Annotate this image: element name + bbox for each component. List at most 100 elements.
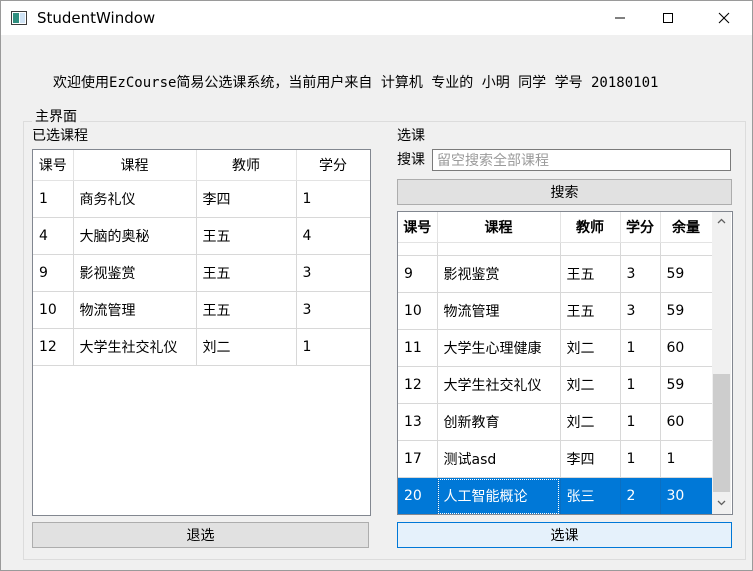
table-row[interactable]: 13 创新教育 刘二 1 60 (398, 403, 712, 441)
cell-teacher[interactable]: 王五 (560, 255, 621, 293)
cell-partial[interactable] (660, 242, 712, 256)
cell-remaining[interactable]: 59 (660, 255, 712, 293)
scroll-down-arrow[interactable] (712, 494, 731, 512)
table-row[interactable]: 10 物流管理 王五 3 (33, 291, 370, 329)
cell-partial[interactable] (398, 242, 438, 256)
table-row[interactable]: 12 大学生社交礼仪 刘二 1 59 (398, 366, 712, 404)
cell-credit[interactable]: 3 (296, 254, 370, 292)
cell-course[interactable]: 测试asd (437, 440, 561, 478)
cell-teacher[interactable]: 刘二 (196, 328, 297, 366)
cell-course[interactable]: 大学生心理健康 (437, 329, 561, 367)
search-button[interactable]: 搜索 (397, 179, 732, 205)
cell-course[interactable]: 商务礼仪 (73, 180, 197, 218)
main-group-title: 主界面 (32, 106, 80, 126)
cell-credit[interactable]: 1 (296, 180, 370, 218)
column-header-credit[interactable]: 学分 (620, 212, 661, 243)
cell-id[interactable]: 10 (398, 292, 438, 330)
table-row[interactable]: 12 大学生社交礼仪 刘二 1 (33, 328, 370, 366)
cell-teacher[interactable]: 刘二 (560, 366, 621, 404)
cell-credit[interactable]: 1 (620, 440, 661, 478)
cell-partial[interactable] (560, 242, 621, 256)
cell-id[interactable]: 12 (33, 328, 74, 366)
table-row-selected[interactable]: 20 人工智能概论 张三 2 30 (398, 477, 712, 514)
cell-id[interactable]: 13 (398, 403, 438, 441)
cell-id[interactable]: 9 (33, 254, 74, 292)
table-row[interactable]: 11 大学生心理健康 刘二 1 60 (398, 329, 712, 367)
cell-remaining[interactable]: 30 (660, 477, 712, 514)
cell-teacher[interactable]: 王五 (196, 291, 297, 329)
table-row[interactable]: 4 大脑的奥秘 王五 4 (33, 217, 370, 255)
cell-course[interactable]: 影视鉴赏 (73, 254, 197, 292)
table-row[interactable]: 1 商务礼仪 李四 1 (33, 180, 370, 218)
cell-credit[interactable]: 1 (620, 403, 661, 441)
cell-teacher[interactable]: 李四 (560, 440, 621, 478)
column-header-id[interactable]: 课号 (33, 150, 74, 181)
cell-id[interactable]: 9 (398, 255, 438, 293)
cell-course[interactable]: 物流管理 (73, 291, 197, 329)
cell-remaining[interactable]: 1 (660, 440, 712, 478)
cell-credit[interactable]: 1 (620, 366, 661, 404)
cell-credit[interactable]: 3 (620, 292, 661, 330)
scroll-up-arrow[interactable] (712, 212, 731, 230)
column-header-remaining[interactable]: 余量 (660, 212, 712, 243)
table-row[interactable]: 10 物流管理 王五 3 59 (398, 292, 712, 330)
cell-credit[interactable]: 3 (620, 255, 661, 293)
cell-course[interactable]: 大学生社交礼仪 (73, 328, 197, 366)
cell-teacher[interactable]: 刘二 (560, 329, 621, 367)
title-bar[interactable]: StudentWindow (1, 1, 752, 35)
cell-teacher[interactable]: 王五 (560, 292, 621, 330)
cell-remaining[interactable]: 60 (660, 329, 712, 367)
scrollbar-thumb[interactable] (713, 374, 730, 492)
cell-id[interactable]: 11 (398, 329, 438, 367)
cell-remaining[interactable]: 59 (660, 292, 712, 330)
cell-credit[interactable]: 4 (296, 217, 370, 255)
available-courses-table[interactable]: 课号 课程 教师 学分 余量 9 影视鉴赏 王五 3 59 10 物流管理 王五… (397, 211, 733, 515)
cell-credit[interactable]: 1 (620, 329, 661, 367)
cell-remaining[interactable]: 60 (660, 403, 712, 441)
table-row[interactable]: 9 影视鉴赏 王五 3 59 (398, 255, 712, 293)
drop-course-button[interactable]: 退选 (32, 522, 369, 548)
cell-course[interactable]: 物流管理 (437, 292, 561, 330)
cell-course[interactable]: 创新教育 (437, 403, 561, 441)
cell-credit[interactable]: 3 (296, 291, 370, 329)
cell-id[interactable]: 4 (33, 217, 74, 255)
cell-id[interactable]: 12 (398, 366, 438, 404)
cell-credit[interactable]: 2 (620, 477, 661, 514)
vertical-scrollbar[interactable] (712, 212, 731, 514)
cell-id[interactable]: 20 (398, 477, 438, 514)
enroll-course-button[interactable]: 选课 (397, 522, 732, 548)
column-header-course[interactable]: 课程 (73, 150, 197, 181)
column-header-credit[interactable]: 学分 (296, 150, 370, 181)
table-row-partial[interactable] (398, 242, 712, 256)
maximize-button[interactable] (644, 1, 692, 35)
cell-id[interactable]: 1 (33, 180, 74, 218)
cell-course[interactable]: 大学生社交礼仪 (437, 366, 561, 404)
cell-partial[interactable] (620, 242, 661, 256)
cell-id[interactable]: 10 (33, 291, 74, 329)
cell-teacher[interactable]: 王五 (196, 217, 297, 255)
cell-partial[interactable] (437, 242, 561, 256)
cell-course[interactable]: 人工智能概论 (437, 477, 561, 514)
minimize-button[interactable] (596, 1, 644, 35)
chevron-down-icon (717, 500, 726, 506)
cell-teacher[interactable]: 李四 (196, 180, 297, 218)
table-row[interactable]: 9 影视鉴赏 王五 3 (33, 254, 370, 292)
cell-course[interactable]: 影视鉴赏 (437, 255, 561, 293)
window-title: StudentWindow (37, 9, 156, 27)
column-header-teacher[interactable]: 教师 (196, 150, 297, 181)
cell-course[interactable]: 大脑的奥秘 (73, 217, 197, 255)
search-input[interactable]: 留空搜索全部课程 (432, 149, 731, 171)
close-icon (718, 12, 730, 24)
table-row[interactable]: 17 测试asd 李四 1 1 (398, 440, 712, 478)
cell-teacher[interactable]: 张三 (560, 477, 621, 514)
cell-teacher[interactable]: 刘二 (560, 403, 621, 441)
close-button[interactable] (700, 1, 748, 35)
column-header-teacher[interactable]: 教师 (560, 212, 621, 243)
cell-teacher[interactable]: 王五 (196, 254, 297, 292)
column-header-course[interactable]: 课程 (437, 212, 561, 243)
cell-id[interactable]: 17 (398, 440, 438, 478)
selected-courses-table[interactable]: 课号 课程 教师 学分 1 商务礼仪 李四 1 4 大脑的奥秘 王五 4 9 影… (32, 149, 371, 516)
cell-credit[interactable]: 1 (296, 328, 370, 366)
column-header-id[interactable]: 课号 (398, 212, 438, 243)
cell-remaining[interactable]: 59 (660, 366, 712, 404)
